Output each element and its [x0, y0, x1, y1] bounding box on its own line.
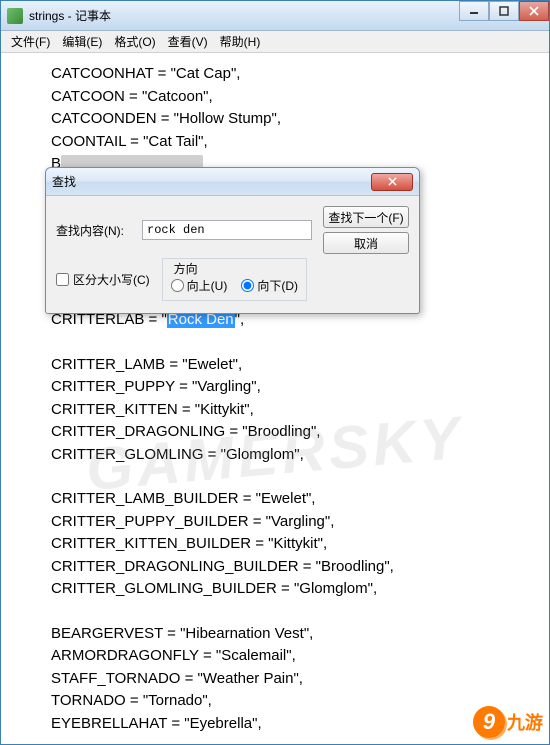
text-line: EYEBRELLAHAT = "Eyebrella",: [51, 713, 539, 736]
text-line: CRITTER_DRAGONLING = "Broodling",: [51, 421, 539, 444]
menubar: 文件(F) 编辑(E) 格式(O) 查看(V) 帮助(H): [1, 31, 549, 53]
blank-line: [51, 466, 539, 488]
find-input[interactable]: [142, 220, 312, 240]
text-line: CRITTER_LAMB = "Ewelet",: [51, 354, 539, 377]
menu-edit[interactable]: 编辑(E): [56, 31, 108, 52]
text-line: CRITTER_KITTEN = "Kittykit",: [51, 399, 539, 422]
find-cancel-button[interactable]: 取消: [323, 232, 409, 254]
text-line: CRITTER_DRAGONLING_BUILDER = "Broodling"…: [51, 556, 539, 579]
find-dialog[interactable]: 查找 查找内容(N): 查找下一个(F) 取消 区分大小写(C) 方向: [45, 167, 420, 314]
find-title: 查找: [52, 173, 371, 190]
app-icon: [7, 8, 23, 24]
blank-line: [51, 601, 539, 623]
text-line: CRITTER_KITTEN_BUILDER = "Kittykit",: [51, 533, 539, 556]
direction-down-radio[interactable]: 向下(D): [241, 277, 298, 294]
window-title: strings - 记事本: [29, 7, 459, 24]
text-line: CRITTER_GLOMLING = "Glomglom",: [51, 444, 539, 467]
find-content-label: 查找内容(N):: [56, 222, 142, 239]
text-line: CRITTER_GLOMLING_BUILDER = "Glomglom",: [51, 578, 539, 601]
text-area[interactable]: CATCOONHAT = "Cat Cap", CATCOON = "Catco…: [1, 53, 549, 744]
text-line: CATCOONDEN = "Hollow Stump",: [51, 108, 539, 131]
direction-group: 方向 向上(U) 向下(D): [162, 258, 307, 301]
text-line: CRITTER_PUPPY_BUILDER = "Vargling",: [51, 511, 539, 534]
match-case-checkbox[interactable]: 区分大小写(C): [56, 271, 150, 288]
text-line: TORNADO = "Tornado",: [51, 690, 539, 713]
text-line: CATCOONHAT = "Cat Cap",: [51, 63, 539, 86]
maximize-button[interactable]: [489, 1, 519, 21]
menu-file[interactable]: 文件(F): [5, 31, 56, 52]
find-next-button[interactable]: 查找下一个(F): [323, 206, 409, 228]
minimize-button[interactable]: [459, 1, 489, 21]
find-close-button[interactable]: [371, 173, 413, 191]
menu-view[interactable]: 查看(V): [162, 31, 214, 52]
menu-format[interactable]: 格式(O): [108, 31, 161, 52]
close-button[interactable]: [519, 1, 549, 21]
text-line: ARMORDRAGONFLY = "Scalemail",: [51, 645, 539, 668]
notepad-window: strings - 记事本 文件(F) 编辑(E) 格式(O) 查看(V) 帮助…: [0, 0, 550, 745]
text-line: STAFF_TORNADO = "Weather Pain",: [51, 668, 539, 691]
text-line: CRITTER_PUPPY = "Vargling",: [51, 376, 539, 399]
window-controls: [459, 1, 549, 21]
direction-up-radio[interactable]: 向上(U): [171, 277, 228, 294]
text-line: CRITTER_LAMB_BUILDER = "Ewelet",: [51, 488, 539, 511]
find-titlebar[interactable]: 查找: [46, 168, 419, 196]
menu-help[interactable]: 帮助(H): [214, 31, 267, 52]
blank-line: [51, 332, 539, 354]
text-line: CATCOON = "Catcoon",: [51, 86, 539, 109]
titlebar[interactable]: strings - 记事本: [1, 1, 549, 31]
text-line: BEARGERVEST = "Hibearnation Vest",: [51, 623, 539, 646]
find-body: 查找内容(N): 查找下一个(F) 取消 区分大小写(C) 方向 向上(U) 向…: [46, 196, 419, 313]
text-line: COONTAIL = "Cat Tail",: [51, 131, 539, 154]
match-case-input[interactable]: [56, 273, 69, 286]
direction-legend: 方向: [171, 260, 201, 277]
